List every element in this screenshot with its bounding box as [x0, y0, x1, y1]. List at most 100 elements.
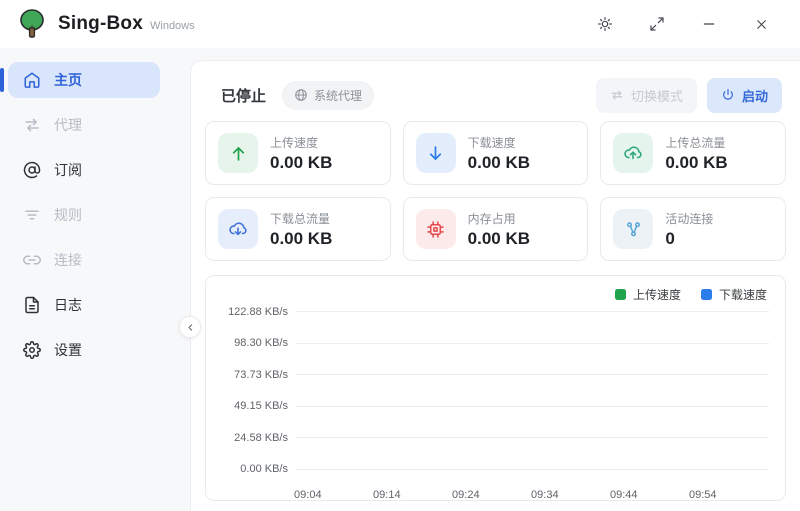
- close-icon: [754, 17, 769, 32]
- stat-card-connections: 活动连接 0: [600, 197, 786, 261]
- tree-logo-icon: [18, 9, 46, 39]
- chevron-left-icon: [186, 323, 195, 332]
- sidebar-item-settings[interactable]: 设置: [8, 332, 160, 368]
- stat-label: 上传速度: [270, 134, 332, 151]
- arrow-up-icon: [218, 133, 258, 173]
- sidebar-item-label: 主页: [54, 70, 82, 90]
- chart-x-tick-label: 09:24: [452, 489, 480, 501]
- close-button[interactable]: [744, 9, 778, 39]
- system-proxy-badge[interactable]: 系统代理: [282, 81, 374, 110]
- minimize-icon: [701, 16, 717, 32]
- stat-value: 0.00 KB: [270, 153, 332, 173]
- at-sign-icon: [22, 160, 42, 180]
- stat-card-memory: 内存占用 0.00 KB: [403, 197, 589, 261]
- cloud-upload-icon: [613, 133, 653, 173]
- chart-y-tick-row: 24.58 KB/s: [222, 422, 769, 454]
- traffic-chart: 上传速度 下载速度 122.88 KB/s 98.30 KB/s 73.73 KB/…: [205, 275, 786, 501]
- chart-y-tick-label: 24.58 KB/s: [222, 432, 288, 444]
- sidebar-item-label: 日志: [54, 295, 82, 315]
- link-icon: [22, 250, 42, 270]
- fullscreen-button[interactable]: [640, 9, 674, 39]
- legend-upload: 上传速度: [615, 286, 681, 303]
- chart-gridline: [296, 311, 769, 312]
- stat-card-upload-speed: 上传速度 0.00 KB: [205, 121, 391, 185]
- app-title: Sing-Box: [58, 13, 143, 35]
- sidebar-item-label: 连接: [54, 250, 82, 270]
- sidebar-item-label: 订阅: [54, 160, 82, 180]
- swap-arrows-icon: [22, 115, 42, 135]
- stat-value: 0.00 KB: [468, 229, 530, 249]
- app-subtitle: Windows: [150, 20, 195, 32]
- globe-icon: [294, 88, 308, 102]
- chart-gridline: [296, 437, 769, 438]
- home-icon: [22, 70, 42, 90]
- app-window: Sing-Box Windows: [0, 0, 800, 511]
- theme-toggle-button[interactable]: [588, 9, 622, 39]
- expand-icon: [649, 16, 665, 32]
- chart-grid: 122.88 KB/s 98.30 KB/s 73.73 KB/s 49.15 KB/…: [222, 296, 769, 485]
- chart-y-tick-label: 98.30 KB/s: [222, 337, 288, 349]
- title-bar: Sing-Box Windows: [0, 0, 800, 48]
- stat-value: 0.00 KB: [270, 229, 332, 249]
- stat-value: 0.00 KB: [665, 153, 727, 173]
- switch-mode-label: 切换模式: [631, 86, 683, 105]
- download-legend-swatch: [701, 289, 712, 300]
- stat-card-download-speed: 下载速度 0.00 KB: [403, 121, 589, 185]
- chart-gridline: [296, 374, 769, 375]
- sidebar-item-connections[interactable]: 连接: [8, 242, 160, 278]
- stat-label: 活动连接: [665, 210, 713, 227]
- filter-lines-icon: [22, 205, 42, 225]
- stat-label: 内存占用: [468, 210, 530, 227]
- sidebar-collapse-button[interactable]: [179, 316, 201, 338]
- sidebar-item-proxy[interactable]: 代理: [8, 107, 160, 143]
- switch-mode-icon: [610, 88, 624, 102]
- arrow-down-icon: [416, 133, 456, 173]
- stat-label: 下载总流量: [270, 210, 332, 227]
- sidebar-item-label: 规则: [54, 205, 82, 225]
- chart-y-tick-label: 122.88 KB/s: [222, 306, 288, 318]
- sidebar-item-label: 代理: [54, 115, 82, 135]
- chart-x-tick-label: 09:44: [610, 489, 638, 501]
- chart-x-tick-label: 09:34: [531, 489, 559, 501]
- main-area: 已停止 系统代理 切换模式 启动: [190, 48, 800, 511]
- status-row: 已停止 系统代理 切换模式 启动: [205, 75, 786, 111]
- core-status-label: 已停止: [221, 85, 266, 106]
- sidebar-item-rules[interactable]: 规则: [8, 197, 160, 233]
- chart-gridline: [296, 406, 769, 407]
- gear-icon: [22, 340, 42, 360]
- network-icon: [613, 209, 653, 249]
- stat-label: 下载速度: [468, 134, 530, 151]
- chart-y-tick-label: 73.73 KB/s: [222, 369, 288, 381]
- theme-sun-icon: [597, 16, 613, 32]
- content-panel: 已停止 系统代理 切换模式 启动: [190, 60, 800, 511]
- sidebar: 主页 代理 订阅 规则: [0, 48, 190, 511]
- chart-gridline: [296, 469, 769, 470]
- switch-mode-button[interactable]: 切换模式: [596, 78, 697, 113]
- legend-label: 下载速度: [719, 286, 767, 303]
- chart-x-axis: 09:0409:1409:2409:3409:4409:54: [296, 487, 769, 505]
- start-button[interactable]: 启动: [707, 78, 782, 113]
- cpu-icon: [416, 209, 456, 249]
- sidebar-item-home[interactable]: 主页: [8, 62, 160, 98]
- active-indicator: [0, 68, 4, 92]
- chart-y-tick-label: 0.00 KB/s: [222, 463, 288, 475]
- chart-x-tick-label: 09:14: [373, 489, 401, 501]
- upload-legend-swatch: [615, 289, 626, 300]
- file-text-icon: [22, 295, 42, 315]
- chart-x-tick-label: 09:54: [689, 489, 717, 501]
- legend-download: 下载速度: [701, 286, 767, 303]
- sidebar-item-logs[interactable]: 日志: [8, 287, 160, 323]
- stat-cards: 上传速度 0.00 KB 下载速度 0.00 KB: [205, 121, 786, 261]
- stat-card-upload-total: 上传总流量 0.00 KB: [600, 121, 786, 185]
- chart-y-tick-label: 49.15 KB/s: [222, 400, 288, 412]
- system-proxy-badge-label: 系统代理: [314, 87, 362, 104]
- chart-y-tick-row: 73.73 KB/s: [222, 359, 769, 391]
- sidebar-item-label: 设置: [54, 340, 82, 360]
- stat-label: 上传总流量: [665, 134, 727, 151]
- stat-value: 0: [665, 229, 713, 249]
- chart-gridline: [296, 343, 769, 344]
- sidebar-item-subscription[interactable]: 订阅: [8, 152, 160, 188]
- chart-legend: 上传速度 下载速度: [615, 286, 767, 303]
- chart-y-tick-row: 0.00 KB/s: [222, 454, 769, 486]
- minimize-button[interactable]: [692, 9, 726, 39]
